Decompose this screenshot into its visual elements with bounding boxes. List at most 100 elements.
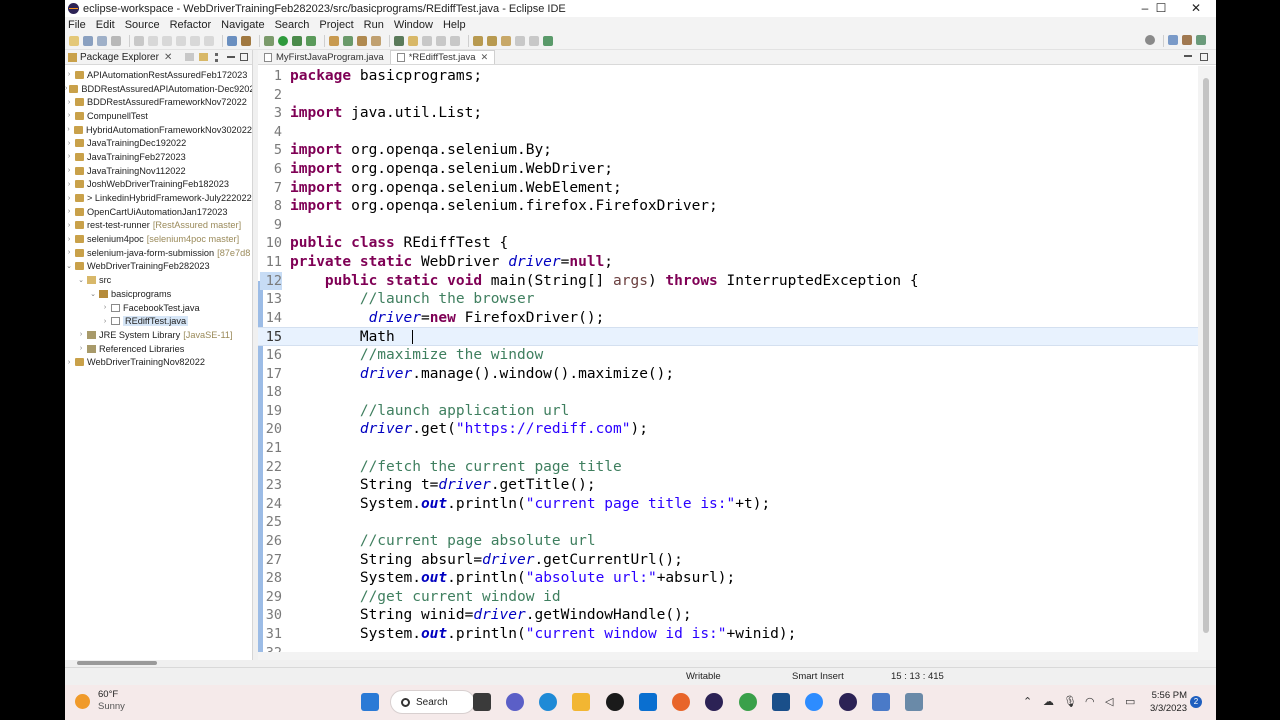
- open-perspective-icon[interactable]: [1168, 35, 1178, 45]
- step-over-icon[interactable]: [162, 35, 172, 46]
- eclipse-taskbar-icon[interactable]: [705, 693, 723, 711]
- expand-arrow-icon[interactable]: ›: [65, 126, 72, 133]
- close-button[interactable]: ✕: [1179, 0, 1213, 17]
- next-annotation-icon[interactable]: [473, 35, 483, 46]
- chevron-up-icon[interactable]: ⌃: [1023, 695, 1032, 708]
- expand-arrow-icon[interactable]: ›: [65, 195, 73, 202]
- collapse-arrow-icon[interactable]: ⌄: [65, 262, 73, 270]
- print-icon[interactable]: [111, 35, 121, 46]
- tree-item[interactable]: › APIAutomationRestAssuredFeb172023: [65, 68, 252, 82]
- toggle-icon[interactable]: [134, 35, 144, 46]
- tree-item[interactable]: › OpenCartUiAutomationJan172023: [65, 205, 252, 219]
- minimize-editor-icon[interactable]: [1184, 55, 1192, 57]
- run-icon[interactable]: [278, 35, 288, 46]
- expand-arrow-icon[interactable]: ›: [65, 181, 73, 188]
- maximize-editor-icon[interactable]: [1200, 53, 1208, 61]
- tree-item[interactable]: › selenium4poc [selenium4poc master]: [65, 232, 252, 246]
- whitespace-icon[interactable]: [436, 35, 446, 46]
- tree-item[interactable]: › REdiffTest.java: [65, 314, 252, 328]
- menu-navigate[interactable]: Navigate: [221, 19, 264, 31]
- debug-perspective-icon[interactable]: [1196, 35, 1206, 45]
- menu-source[interactable]: Source: [125, 19, 160, 31]
- teams-icon[interactable]: [506, 693, 524, 711]
- tree-item[interactable]: › JavaTrainingNov112022: [65, 164, 252, 178]
- edge-icon[interactable]: [539, 693, 557, 711]
- task-view-icon[interactable]: [473, 693, 491, 711]
- open-type-icon[interactable]: [357, 35, 367, 46]
- expand-arrow-icon[interactable]: ›: [65, 99, 73, 106]
- coverage-icon[interactable]: [292, 35, 302, 46]
- pilcrow-icon[interactable]: [450, 35, 460, 46]
- expand-arrow-icon[interactable]: ›: [65, 222, 73, 229]
- close-tab-icon[interactable]: ✕: [481, 52, 489, 63]
- new-class-icon[interactable]: [343, 35, 353, 46]
- snipping-tool-icon[interactable]: [872, 693, 890, 711]
- annotation-icon[interactable]: [394, 35, 404, 46]
- view-menu-icon[interactable]: [215, 53, 218, 62]
- tree-item[interactable]: › JavaTrainingFeb272023: [65, 150, 252, 164]
- tree-item[interactable]: › selenium-java-form-submission [87e7d8: [65, 246, 252, 260]
- package-explorer-title[interactable]: Package Explorer: [80, 52, 159, 63]
- maximize-button[interactable]: ☐: [1144, 0, 1178, 17]
- external-tools-icon[interactable]: [306, 35, 316, 46]
- debug-icon[interactable]: [264, 35, 274, 46]
- microphone-icon[interactable]: 🎙: [1063, 695, 1077, 708]
- tree-item[interactable]: › Referenced Libraries: [65, 342, 252, 356]
- menu-run[interactable]: Run: [364, 19, 384, 31]
- step-return-icon[interactable]: [176, 35, 186, 46]
- skip-breakpoints-icon[interactable]: [227, 35, 237, 46]
- block-select-icon[interactable]: [422, 35, 432, 46]
- java-perspective-icon[interactable]: [1182, 35, 1192, 45]
- disconnect-icon[interactable]: [204, 35, 214, 46]
- expand-arrow-icon[interactable]: ›: [65, 153, 73, 160]
- wifi-icon[interactable]: ◠: [1085, 695, 1095, 708]
- firefox-icon[interactable]: [672, 693, 690, 711]
- pin-editor-icon[interactable]: [543, 35, 553, 46]
- chrome-icon[interactable]: [739, 693, 757, 711]
- prev-annotation-icon[interactable]: [487, 35, 497, 46]
- zoom-icon[interactable]: [805, 693, 823, 711]
- new-java-project-icon[interactable]: [241, 35, 251, 46]
- tree-item[interactable]: › JoshWebDriverTrainingFeb182023: [65, 178, 252, 192]
- save-all-icon[interactable]: [97, 35, 107, 46]
- step-icon[interactable]: [148, 35, 158, 46]
- scrollbar-thumb[interactable]: [1203, 78, 1209, 633]
- vertical-scrollbar[interactable]: [1198, 66, 1216, 652]
- weather-widget[interactable]: 60°F Sunny: [75, 689, 125, 713]
- tree-item[interactable]: ⌄ src: [65, 273, 252, 287]
- back-icon[interactable]: [515, 35, 525, 46]
- new-icon[interactable]: [69, 35, 79, 46]
- tree-item[interactable]: › HybridAutomationFrameworkNov302022: [65, 123, 252, 137]
- taskbar-search[interactable]: Search: [390, 690, 475, 714]
- tree-item[interactable]: ⌄ WebDriverTrainingFeb282023: [65, 260, 252, 274]
- last-edit-icon[interactable]: [501, 35, 511, 46]
- mark-occurrences-icon[interactable]: [408, 35, 418, 46]
- file-explorer-icon[interactable]: [572, 693, 590, 711]
- scrollbar-thumb[interactable]: [77, 661, 157, 665]
- maximize-view-icon[interactable]: [240, 53, 248, 61]
- horizontal-scrollbar[interactable]: [258, 652, 1216, 660]
- collapse-arrow-icon[interactable]: ⌄: [77, 276, 85, 284]
- tree-item[interactable]: ⌄ basicprograms: [65, 287, 252, 301]
- tree-item[interactable]: › > LinkedinHybridFramework-July222022: [65, 191, 252, 205]
- expand-arrow-icon[interactable]: ›: [77, 345, 85, 352]
- dell-icon[interactable]: [606, 693, 624, 711]
- link-with-editor-icon[interactable]: [199, 53, 208, 61]
- menu-project[interactable]: Project: [319, 19, 353, 31]
- expand-arrow-icon[interactable]: ›: [77, 331, 85, 338]
- expand-arrow-icon[interactable]: ›: [65, 140, 73, 147]
- expand-arrow-icon[interactable]: ›: [65, 71, 73, 78]
- menu-search[interactable]: Search: [275, 19, 310, 31]
- tree-item[interactable]: › JavaTrainingDec192022: [65, 136, 252, 150]
- new-package-icon[interactable]: [329, 35, 339, 46]
- menu-window[interactable]: Window: [394, 19, 433, 31]
- close-view-icon[interactable]: ✕: [164, 52, 172, 63]
- expand-arrow-icon[interactable]: ›: [65, 249, 73, 256]
- tab-rediff-test[interactable]: *REdiffTest.java ✕: [389, 50, 496, 64]
- expand-arrow-icon[interactable]: ›: [65, 236, 73, 243]
- menu-edit[interactable]: Edit: [96, 19, 115, 31]
- tab-myfirstjavaprogram[interactable]: MyFirstJavaProgram.java: [258, 50, 390, 64]
- system-clock[interactable]: 5:56 PM 3/3/2023: [1145, 689, 1187, 715]
- volume-icon[interactable]: ◁: [1105, 695, 1113, 708]
- tree-item[interactable]: › WebDriverTrainingNov82022: [65, 355, 252, 369]
